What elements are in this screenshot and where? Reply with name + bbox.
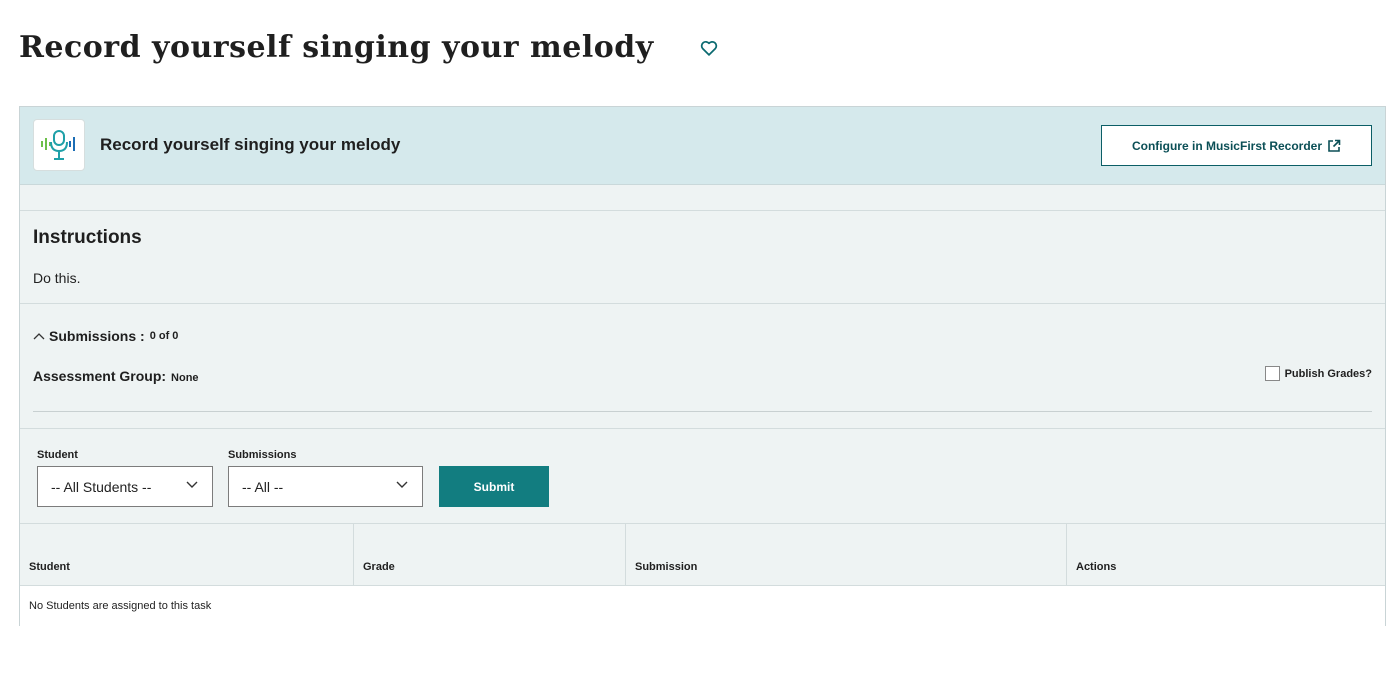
- submissions-count: 0 of 0: [149, 330, 179, 342]
- header-spacer: [20, 185, 1385, 211]
- student-select-value: -- All Students --: [51, 478, 152, 495]
- card-title: Record yourself singing your melody: [100, 135, 401, 154]
- table-header: Student Grade Submission Actions: [20, 523, 1385, 586]
- submissions-filter-label: Submissions: [228, 449, 297, 461]
- submissions-toggle[interactable]: Submissions : 0 of 0: [33, 328, 178, 344]
- instructions-section: Instructions Do this.: [20, 211, 1385, 304]
- submissions-label: Submissions :: [49, 328, 145, 344]
- divider: [33, 411, 1372, 412]
- empty-table-message: No Students are assigned to this task: [20, 586, 1385, 625]
- external-link-icon: [1328, 139, 1341, 152]
- assessment-group-value: None: [171, 372, 199, 384]
- instructions-text: Do this.: [33, 270, 81, 286]
- task-card: Record yourself singing your melody Conf…: [19, 106, 1386, 626]
- publish-grades-checkbox[interactable]: Publish Grades?: [1264, 366, 1372, 381]
- assessment-group: Assessment Group: None: [33, 368, 199, 384]
- instructions-heading: Instructions: [33, 227, 142, 248]
- submissions-section: Submissions : 0 of 0 Assessment Group: N…: [20, 304, 1385, 429]
- column-header-submission: Submission: [626, 524, 1067, 585]
- student-filter-label: Student: [37, 449, 78, 461]
- filter-bar: Student -- All Students -- Submissions -…: [20, 429, 1385, 523]
- publish-grades-box[interactable]: [1264, 366, 1280, 381]
- page-header: Record yourself singing your melody: [19, 30, 720, 65]
- card-header: Record yourself singing your melody Conf…: [20, 107, 1385, 185]
- submissions-select-value: -- All --: [242, 478, 284, 495]
- assessment-group-label: Assessment Group:: [33, 368, 167, 384]
- submit-button[interactable]: Submit: [439, 466, 549, 507]
- favorite-heart-icon[interactable]: [698, 37, 720, 59]
- publish-grades-label: Publish Grades?: [1284, 367, 1372, 380]
- student-select[interactable]: -- All Students --: [37, 466, 213, 507]
- configure-button-label: Configure in MusicFirst Recorder: [1131, 138, 1323, 153]
- chevron-up-icon: [33, 333, 45, 340]
- submissions-table: Student Grade Submission Actions No Stud…: [20, 523, 1385, 626]
- column-header-grade: Grade: [354, 524, 626, 585]
- configure-in-recorder-button[interactable]: Configure in MusicFirst Recorder: [1101, 125, 1372, 166]
- chevron-down-icon: [186, 481, 198, 488]
- column-header-student: Student: [20, 524, 354, 585]
- chevron-down-icon: [396, 481, 408, 488]
- submissions-select[interactable]: -- All --: [228, 466, 423, 507]
- microphone-soundwave-icon: [33, 119, 85, 171]
- page-title: Record yourself singing your melody: [19, 30, 654, 65]
- column-header-actions: Actions: [1076, 561, 1117, 573]
